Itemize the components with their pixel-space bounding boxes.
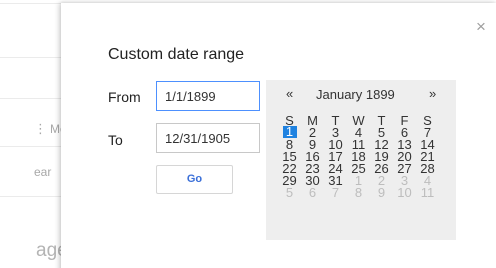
calendar-header: « January 1899 » <box>266 80 456 108</box>
dialog-title: Custom date range <box>108 46 245 63</box>
calendar-week-row: 5 6 7 8 9 10 11 <box>278 184 439 200</box>
custom-date-range-dialog: × Custom date range From To Go « January… <box>61 3 496 268</box>
to-date-input[interactable] <box>156 123 260 153</box>
calendar-day[interactable]: 8 <box>347 184 370 200</box>
calendar-day-number: 10 <box>397 184 412 200</box>
calendar-day[interactable]: 10 <box>393 184 416 200</box>
to-label: To <box>108 132 123 148</box>
page: ⋮More ear age 3 × Custom date range From… <box>0 0 496 268</box>
calendar-day-number: 8 <box>354 184 363 200</box>
go-button[interactable]: Go <box>156 165 233 194</box>
calendar-month-label[interactable]: January 1899 <box>316 87 395 102</box>
calendar-day[interactable]: 5 <box>278 184 301 200</box>
calendar-day[interactable]: 11 <box>416 184 439 200</box>
bg-divider <box>0 196 61 197</box>
bg-divider <box>0 57 61 58</box>
from-label: From <box>108 89 141 105</box>
from-date-input[interactable] <box>156 81 260 111</box>
calendar-day-number: 6 <box>308 184 317 200</box>
calendar-day[interactable]: 9 <box>370 184 393 200</box>
prev-month-button[interactable]: « <box>286 86 293 101</box>
date-picker-calendar: « January 1899 » S M T W T F S 1234567 8… <box>266 80 456 240</box>
calendar-day[interactable]: 7 <box>324 184 347 200</box>
bg-year-label: ear <box>34 165 52 179</box>
calendar-day-number: 11 <box>420 184 435 200</box>
calendar-day-number: 7 <box>331 184 340 200</box>
close-icon[interactable]: × <box>474 18 488 35</box>
calendar-day[interactable]: 6 <box>301 184 324 200</box>
bg-divider <box>0 146 61 147</box>
calendar-days: 1 2 3 4 5 6 7 8 9 10 11 12 13 14 15 16 17 18 19 20 21 22 23 24 2… <box>278 125 439 200</box>
bg-divider <box>0 98 61 99</box>
calendar-grid: S M T W T F S 1 2 3 4 5 6 7 8 9 10 11 12 13 14 15 16 17 1… <box>278 114 439 200</box>
calendar-day-number: 5 <box>285 184 294 200</box>
calendar-day-number: 9 <box>377 184 386 200</box>
next-month-button[interactable]: » <box>429 86 436 101</box>
vertical-dots-icon: ⋮ <box>34 121 47 136</box>
